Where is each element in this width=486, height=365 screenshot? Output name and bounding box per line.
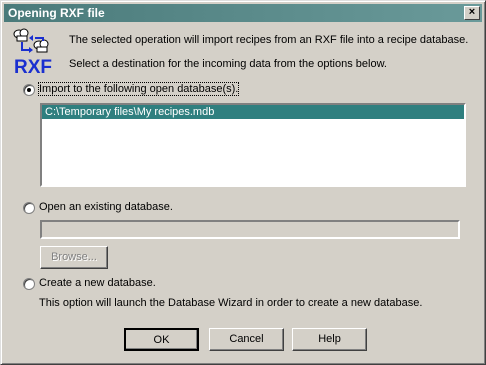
create-new-option-label[interactable]: Create a new database. — [39, 277, 156, 289]
cancel-button[interactable]: Cancel — [209, 328, 284, 351]
ok-button[interactable]: OK — [124, 328, 199, 351]
open-databases-list[interactable]: C:\Temporary files\My recipes.mdb — [40, 103, 466, 187]
open-existing-radio[interactable] — [23, 202, 35, 214]
create-new-radio[interactable] — [23, 278, 35, 290]
intro-line-1: The selected operation will import recip… — [69, 34, 469, 46]
help-button[interactable]: Help — [292, 328, 367, 351]
open-existing-option-label[interactable]: Open an existing database. — [39, 201, 173, 213]
window-title: Opening RXF file — [8, 6, 105, 20]
list-item[interactable]: C:\Temporary files\My recipes.mdb — [42, 105, 464, 119]
browse-button: Browse... — [40, 246, 108, 269]
close-icon: × — [468, 6, 476, 18]
create-new-description: This option will launch the Database Wiz… — [39, 297, 423, 309]
import-radio[interactable] — [23, 84, 35, 96]
dialog-window: Opening RXF file × RXF The selected oper… — [0, 0, 486, 365]
radio-selected-dot — [27, 88, 31, 92]
intro-line-2: Select a destination for the incoming da… — [69, 58, 387, 70]
title-bar[interactable]: Opening RXF file × — [4, 4, 482, 22]
import-option-label[interactable]: Import to the following open database(s)… — [37, 82, 240, 96]
close-button[interactable]: × — [464, 6, 480, 20]
rxf-logo-text: RXF — [14, 57, 52, 78]
existing-database-path-field — [40, 220, 460, 239]
